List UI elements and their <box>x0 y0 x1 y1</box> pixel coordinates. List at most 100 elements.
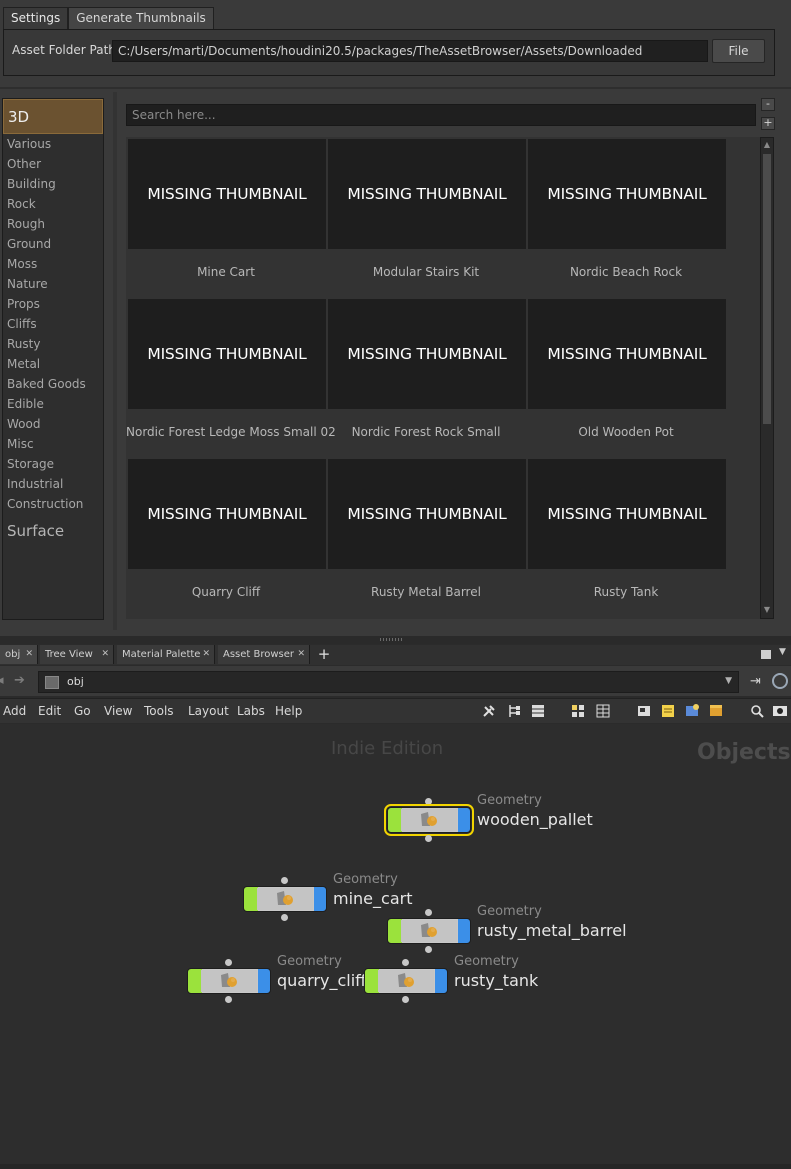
asset-thumbnail[interactable]: MISSING THUMBNAIL <box>528 459 726 569</box>
asset-thumbnail[interactable]: MISSING THUMBNAIL <box>528 299 726 409</box>
network-view[interactable]: Indie Edition Objects Geometry wooden_pal… <box>0 724 791 1164</box>
tab-tree-view[interactable]: Tree View ✕ <box>40 645 114 664</box>
asset-card[interactable]: MISSING THUMBNAIL Nordic Forest Rock Smal… <box>326 297 526 457</box>
menu-tools[interactable]: Tools <box>144 704 174 718</box>
scroll-up-icon[interactable]: ▲ <box>761 139 773 151</box>
input-connector[interactable] <box>425 909 432 916</box>
link-target-icon[interactable] <box>772 673 788 689</box>
expand-button[interactable]: + <box>761 117 775 130</box>
wrench-icon[interactable] <box>482 704 496 718</box>
category-item[interactable]: Baked Goods <box>3 374 103 394</box>
asset-card[interactable]: MISSING THUMBNAIL Modular Stairs Kit <box>326 137 526 297</box>
tab-asset-browser[interactable]: Asset Browser ✕ <box>218 645 310 664</box>
menu-labs[interactable]: Labs <box>237 704 265 718</box>
tab-settings[interactable]: Settings <box>3 7 69 29</box>
asset-card[interactable]: MISSING THUMBNAIL Mine Cart <box>126 137 326 297</box>
category-item[interactable]: Construction <box>3 494 103 514</box>
category-item[interactable]: Edible <box>3 394 103 414</box>
asset-card[interactable]: MISSING THUMBNAIL Nordic Forest Ledge Mos… <box>126 297 336 457</box>
node-name-label[interactable]: quarry_cliff <box>277 971 366 990</box>
forward-icon[interactable]: ➔ <box>14 673 25 688</box>
output-connector[interactable] <box>225 996 232 1003</box>
asset-thumbnail[interactable]: MISSING THUMBNAIL <box>128 299 326 409</box>
close-icon[interactable]: ✕ <box>25 645 33 664</box>
file-button[interactable]: File <box>712 39 765 63</box>
category-item[interactable]: Metal <box>3 354 103 374</box>
close-icon[interactable]: ✕ <box>101 645 109 664</box>
scroll-down-icon[interactable]: ▼ <box>761 604 773 616</box>
close-icon[interactable]: ✕ <box>202 645 210 664</box>
pane-splitter[interactable] <box>0 636 791 644</box>
chevron-down-icon[interactable]: ▼ <box>725 676 732 686</box>
menu-edit[interactable]: Edit <box>38 704 61 718</box>
vertical-splitter[interactable] <box>113 92 117 630</box>
close-icon[interactable]: ✕ <box>297 645 305 664</box>
asset-thumbnail[interactable]: MISSING THUMBNAIL <box>128 139 326 249</box>
category-item[interactable]: Storage <box>3 454 103 474</box>
back-icon[interactable]: ◂ <box>0 673 4 688</box>
output-connector[interactable] <box>402 996 409 1003</box>
category-item[interactable]: Rusty <box>3 334 103 354</box>
display-options-icon[interactable] <box>637 704 651 718</box>
chevron-down-icon[interactable]: ▼ <box>779 647 786 657</box>
table-view-icon[interactable] <box>596 704 610 718</box>
asset-thumbnail[interactable]: MISSING THUMBNAIL <box>528 139 726 249</box>
category-item[interactable]: Other <box>3 154 103 174</box>
asset-folder-field[interactable]: C:/Users/marti/Documents/houdini20.5/pac… <box>112 40 708 62</box>
tab-generate-thumbnails[interactable]: Generate Thumbnails <box>68 7 214 29</box>
background-image-icon[interactable] <box>685 704 699 718</box>
menu-help[interactable]: Help <box>275 704 302 718</box>
collapse-button[interactable]: - <box>761 98 775 111</box>
category-item[interactable]: Props <box>3 294 103 314</box>
splitter-grip-icon[interactable] <box>380 638 404 641</box>
sticky-note-icon[interactable] <box>661 704 675 718</box>
network-node[interactable] <box>187 959 271 1003</box>
category-item[interactable]: Various <box>3 134 103 154</box>
asset-card[interactable]: MISSING THUMBNAIL Old Wooden Pot <box>526 297 726 457</box>
pin-icon[interactable]: ⇥ <box>750 674 761 689</box>
network-node[interactable] <box>384 798 474 842</box>
category-group-surface[interactable]: Surface <box>3 514 103 542</box>
input-connector[interactable] <box>402 959 409 966</box>
category-item[interactable]: Industrial <box>3 474 103 494</box>
node-name-label[interactable]: rusty_tank <box>454 971 538 990</box>
menu-view[interactable]: View <box>104 704 132 718</box>
network-box-icon[interactable] <box>709 704 723 718</box>
asset-card[interactable]: MISSING THUMBNAIL Rusty Metal Barrel <box>326 457 526 617</box>
network-node[interactable] <box>387 909 471 953</box>
search-input[interactable]: Search here... <box>126 104 756 126</box>
scrollbar-thumb[interactable] <box>763 154 771 424</box>
tree-layout-icon[interactable] <box>507 704 521 718</box>
tab-obj[interactable]: obj ✕ <box>0 645 38 664</box>
node-name-label[interactable]: wooden_pallet <box>477 810 593 829</box>
pane-menu-icon[interactable] <box>761 650 771 659</box>
category-item[interactable]: Rough <box>3 214 103 234</box>
menu-add[interactable]: Add <box>3 704 26 718</box>
asset-grid-scrollbar[interactable]: ▲ ▼ <box>760 137 774 619</box>
category-item[interactable]: Wood <box>3 414 103 434</box>
input-connector[interactable] <box>425 798 432 805</box>
category-item[interactable]: Building <box>3 174 103 194</box>
list-view-icon[interactable] <box>531 704 545 718</box>
category-item[interactable]: Cliffs <box>3 314 103 334</box>
asset-card[interactable]: MISSING THUMBNAIL Rusty Tank <box>526 457 726 617</box>
output-connector[interactable] <box>425 946 432 953</box>
asset-thumbnail[interactable]: MISSING THUMBNAIL <box>128 459 326 569</box>
tab-material-palette[interactable]: Material Palette ✕ <box>117 645 215 664</box>
node-name-label[interactable]: mine_cart <box>333 889 412 908</box>
category-item[interactable]: Nature <box>3 274 103 294</box>
category-item[interactable]: Ground <box>3 234 103 254</box>
network-node[interactable] <box>364 959 448 1003</box>
asset-thumbnail[interactable]: MISSING THUMBNAIL <box>328 459 526 569</box>
network-node[interactable] <box>243 877 327 921</box>
eye-icon[interactable] <box>773 704 787 718</box>
input-connector[interactable] <box>225 959 232 966</box>
asset-card[interactable]: MISSING THUMBNAIL Nordic Beach Rock <box>526 137 726 297</box>
category-item[interactable]: Moss <box>3 254 103 274</box>
add-tab-icon[interactable]: + <box>317 645 331 664</box>
grid-view-icon[interactable] <box>571 704 585 718</box>
asset-thumbnail[interactable]: MISSING THUMBNAIL <box>328 139 526 249</box>
category-item[interactable]: Misc <box>3 434 103 454</box>
menu-go[interactable]: Go <box>74 704 91 718</box>
category-item[interactable]: Rock <box>3 194 103 214</box>
